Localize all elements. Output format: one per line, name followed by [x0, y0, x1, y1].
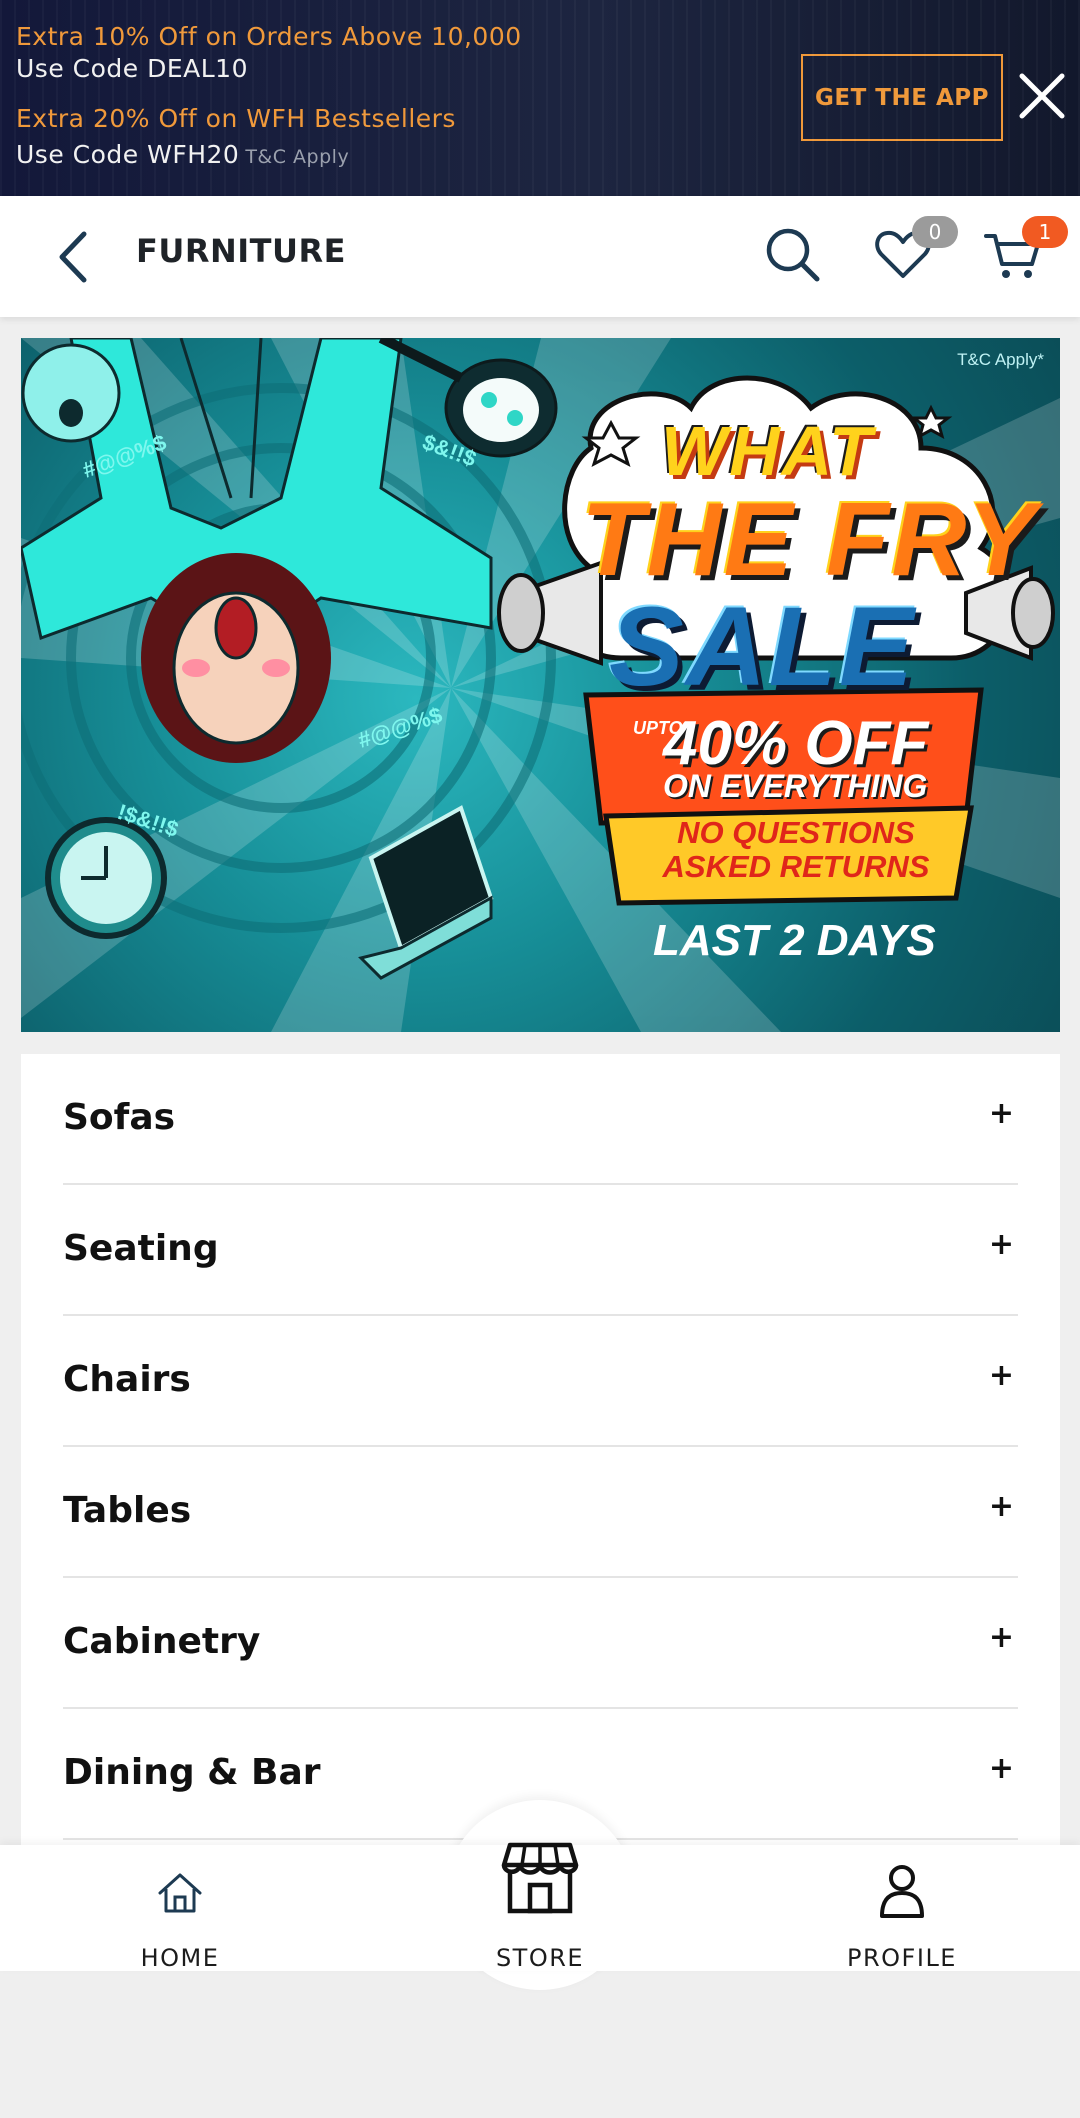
promo-offer-1: Extra 10% Off on Orders Above 10,000: [16, 22, 522, 51]
category-item-seating[interactable]: Seating +: [63, 1185, 1018, 1316]
category-item-cabinetry[interactable]: Cabinetry +: [63, 1578, 1018, 1709]
banner-headline-1: WHAT: [661, 412, 874, 490]
category-item-tables[interactable]: Tables +: [63, 1447, 1018, 1578]
category-label: Tables: [63, 1490, 192, 1531]
banner-tc: T&C Apply*: [957, 350, 1044, 369]
promo-offer-2: Extra 20% Off on WFH Bestsellers: [16, 104, 456, 133]
profile-icon: [880, 1865, 924, 1918]
cart-count-badge: 1: [1022, 216, 1068, 248]
search-icon[interactable]: [762, 224, 824, 286]
app-header: FURNITURE: [0, 196, 1080, 317]
category-label: Cabinetry: [63, 1621, 261, 1662]
close-icon[interactable]: [1016, 70, 1068, 122]
promo-code-1: Use Code DEAL10: [16, 54, 248, 83]
promo-code-2-text: Use Code WFH20: [16, 140, 240, 169]
nav-profile-label: PROFILE: [847, 1944, 957, 1972]
banner-returns-line1: NO QUESTIONS: [677, 815, 915, 850]
promo-code-2: Use Code WFH20 T&C Apply: [16, 140, 349, 169]
home-icon: [158, 1873, 202, 1913]
expand-icon[interactable]: +: [989, 1751, 1014, 1786]
tc-note: T&C Apply: [245, 146, 350, 168]
banner-on-everything: ON EVERYTHING: [663, 768, 928, 804]
banner-last-days: LAST 2 DAYS: [653, 916, 936, 965]
chevron-left-icon[interactable]: [50, 228, 98, 286]
banner-upto: UPTO: [633, 718, 683, 739]
get-the-app-button[interactable]: GET THE APP: [801, 54, 1003, 141]
category-item-chairs[interactable]: Chairs +: [63, 1316, 1018, 1447]
banner-returns: NO QUESTIONS ASKED RETURNS: [626, 816, 966, 884]
nav-home[interactable]: HOME: [80, 1845, 280, 1972]
category-label: Chairs: [63, 1359, 191, 1400]
banner-returns-line2: ASKED RETURNS: [662, 849, 930, 884]
expand-icon[interactable]: +: [989, 1489, 1014, 1524]
expand-icon[interactable]: +: [989, 1096, 1014, 1131]
sale-banner[interactable]: $&!!$ !$&!!$ #@@%$ #@@%$ T&C Apply* WHAT…: [21, 338, 1060, 1032]
page: Extra 10% Off on Orders Above 10,000 Use…: [0, 0, 1080, 2118]
nav-store-label: STORE: [495, 1944, 585, 1972]
category-item-sofas[interactable]: Sofas +: [63, 1054, 1018, 1185]
store-icon: [501, 1842, 579, 1914]
expand-icon[interactable]: +: [989, 1620, 1014, 1655]
nav-store[interactable]: STORE: [440, 1842, 640, 1972]
page-title: FURNITURE: [136, 232, 346, 270]
bottom-nav: HOME STORE PROFILE: [0, 1842, 1080, 1972]
expand-icon[interactable]: +: [989, 1227, 1014, 1262]
nav-home-label: HOME: [140, 1944, 220, 1972]
banner-headline-3: SALE: [609, 584, 916, 709]
category-label: Seating: [63, 1228, 219, 1269]
category-list: Sofas + Seating + Chairs + Tables + Cabi…: [21, 1054, 1060, 1854]
category-label: Sofas: [63, 1097, 176, 1138]
banner-headline-2: THE FRY: [581, 482, 1039, 598]
nav-profile[interactable]: PROFILE: [802, 1845, 1002, 1972]
expand-icon[interactable]: +: [989, 1358, 1014, 1393]
promo-banner: Extra 10% Off on Orders Above 10,000 Use…: [0, 0, 1080, 196]
wishlist-count-badge: 0: [912, 216, 958, 248]
category-label: Dining & Bar: [63, 1752, 321, 1793]
